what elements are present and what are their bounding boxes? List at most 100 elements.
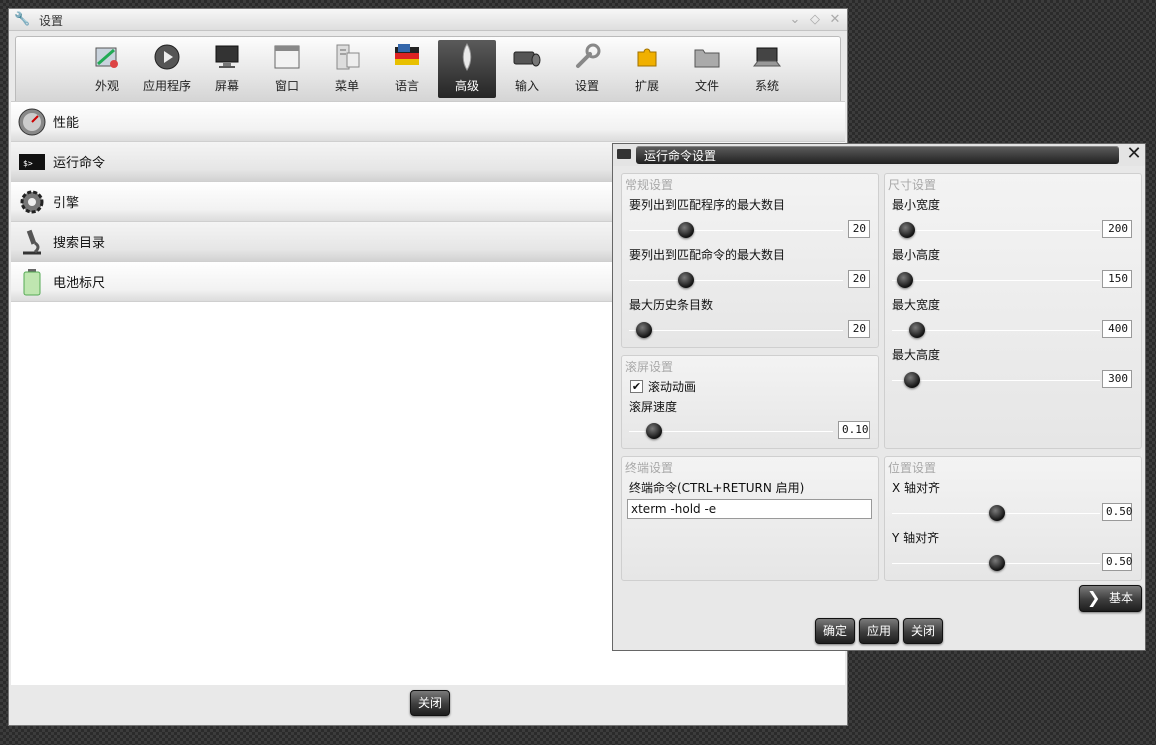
tab-window[interactable]: 窗口 bbox=[258, 40, 316, 98]
chevron-right-icon: ❯ bbox=[1087, 588, 1101, 607]
group-title: 常规设置 bbox=[625, 178, 674, 192]
engine-icon bbox=[20, 190, 44, 214]
tab-input[interactable]: 输入 bbox=[498, 40, 556, 98]
max-height-label: 最大高度 bbox=[892, 348, 941, 362]
tab-advanced[interactable]: 高级 bbox=[438, 40, 496, 98]
max-width-spinbox[interactable]: 400 bbox=[1102, 320, 1132, 338]
maximize-icon[interactable]: ◇ bbox=[807, 12, 823, 28]
extensions-icon bbox=[637, 48, 657, 67]
files-icon bbox=[694, 49, 720, 68]
appearance-icon bbox=[95, 47, 118, 68]
terminal-icon bbox=[617, 149, 631, 159]
terminal-icon: $> bbox=[19, 154, 45, 170]
category-toolbar: 外观 应用程序 屏幕 窗口 菜单 语言 高级 输入 设置 扩展 文件 系统 bbox=[15, 36, 841, 106]
wrench-icon: 🔧 bbox=[14, 12, 31, 27]
max-apps-label: 要列出到匹配程序的最大数目 bbox=[629, 198, 786, 212]
x-align-slider[interactable] bbox=[989, 505, 1005, 521]
scroll-speed-label: 滚屏速度 bbox=[629, 400, 678, 414]
min-height-slider-track[interactable] bbox=[892, 280, 1100, 281]
apply-button[interactable]: 应用 bbox=[859, 618, 899, 644]
min-height-spinbox[interactable]: 150 bbox=[1102, 270, 1132, 288]
menu-icon bbox=[336, 44, 360, 70]
screen-icon bbox=[215, 45, 239, 68]
tab-settings[interactable]: 设置 bbox=[558, 40, 616, 98]
microscope-icon bbox=[23, 229, 41, 255]
basic-mode-label: 基本 bbox=[1108, 591, 1133, 605]
minimize-icon[interactable]: ⌄ bbox=[787, 12, 803, 28]
min-width-spinbox[interactable]: 200 bbox=[1102, 220, 1132, 238]
applications-icon bbox=[154, 44, 180, 70]
tab-language[interactable]: 语言 bbox=[378, 40, 436, 98]
settings-icon bbox=[576, 43, 601, 68]
window-titlebar[interactable]: 🔧 设置 ⌄ ◇ ✕ bbox=[9, 9, 847, 31]
scroll-animation-label: 滚动动画 bbox=[648, 380, 697, 394]
min-height-slider[interactable] bbox=[897, 272, 913, 288]
min-width-slider-track[interactable] bbox=[892, 230, 1100, 231]
system-icon bbox=[752, 47, 782, 67]
max-apps-slider[interactable] bbox=[678, 222, 694, 238]
max-history-spinbox[interactable]: 20 bbox=[848, 320, 870, 338]
input-icon bbox=[513, 51, 541, 67]
min-width-slider[interactable] bbox=[899, 222, 915, 238]
list-item-performance[interactable]: 性能 bbox=[11, 102, 845, 142]
terminal-command-input[interactable]: xterm -hold -e bbox=[627, 499, 872, 519]
dialog-title-bar: 运行命令设置 bbox=[636, 146, 1119, 164]
advanced-icon bbox=[462, 43, 472, 71]
group-title: 终端设置 bbox=[625, 461, 674, 475]
close-icon[interactable]: ✕ bbox=[827, 12, 843, 28]
performance-icon bbox=[18, 108, 46, 136]
max-commands-slider-track[interactable] bbox=[629, 280, 843, 281]
dialog-titlebar[interactable]: 运行命令设置 ✕ bbox=[613, 144, 1145, 166]
window-icon bbox=[274, 45, 300, 69]
terminal-settings-group: 终端设置 终端命令(CTRL+RETURN 启用) xterm -hold -e bbox=[621, 456, 879, 581]
y-align-label: Y 轴对齐 bbox=[892, 531, 940, 545]
min-height-label: 最小高度 bbox=[892, 248, 941, 262]
y-align-slider[interactable] bbox=[989, 555, 1005, 571]
general-settings-group: 常规设置 要列出到匹配程序的最大数目 20 要列出到匹配命令的最大数目 20 最… bbox=[621, 173, 879, 348]
tab-system[interactable]: 系统 bbox=[738, 40, 796, 98]
size-settings-group: 尺寸设置 最小宽度 200 最小高度 150 最大宽度 400 最大高度 300 bbox=[884, 173, 1142, 449]
language-icon bbox=[395, 44, 419, 65]
group-title: 位置设置 bbox=[888, 461, 937, 475]
terminal-command-label: 终端命令(CTRL+RETURN 启用) bbox=[629, 481, 805, 495]
y-align-spinbox[interactable]: 0.50 bbox=[1102, 553, 1133, 571]
max-height-slider-track[interactable] bbox=[892, 380, 1100, 381]
scroll-speed-slider[interactable] bbox=[646, 423, 662, 439]
dialog-title: 运行命令设置 bbox=[644, 149, 717, 163]
tab-screen[interactable]: 屏幕 bbox=[198, 40, 256, 98]
max-height-slider[interactable] bbox=[904, 372, 920, 388]
battery-icon bbox=[23, 269, 41, 296]
x-align-spinbox[interactable]: 0.50 bbox=[1102, 503, 1133, 521]
max-history-slider[interactable] bbox=[636, 322, 652, 338]
max-width-label: 最大宽度 bbox=[892, 298, 941, 312]
max-apps-spinbox[interactable]: 20 bbox=[848, 220, 870, 238]
min-width-label: 最小宽度 bbox=[892, 198, 941, 212]
group-title: 滚屏设置 bbox=[625, 360, 674, 374]
scroll-speed-spinbox[interactable]: 0.10 bbox=[838, 421, 870, 439]
tab-extensions[interactable]: 扩展 bbox=[618, 40, 676, 98]
x-align-label: X 轴对齐 bbox=[892, 481, 941, 495]
max-apps-slider-track[interactable] bbox=[629, 230, 843, 231]
ok-button[interactable]: 确定 bbox=[815, 618, 855, 644]
dialog-close-button[interactable]: 关闭 bbox=[903, 618, 943, 644]
scroll-animation-checkbox[interactable]: ✔ bbox=[630, 380, 643, 393]
max-history-slider-track[interactable] bbox=[629, 330, 843, 331]
max-commands-spinbox[interactable]: 20 bbox=[848, 270, 870, 288]
close-button[interactable]: 关闭 bbox=[410, 690, 450, 716]
basic-mode-button[interactable]: ❯ 基本 bbox=[1079, 585, 1142, 612]
window-title: 设置 bbox=[39, 14, 64, 28]
run-command-settings-dialog: 运行命令设置 ✕ 常规设置 要列出到匹配程序的最大数目 20 要列出到匹配命令的… bbox=[612, 143, 1146, 651]
position-settings-group: 位置设置 X 轴对齐 0.50 Y 轴对齐 0.50 bbox=[884, 456, 1142, 581]
max-width-slider[interactable] bbox=[909, 322, 925, 338]
tab-menu[interactable]: 菜单 bbox=[318, 40, 376, 98]
max-history-label: 最大历史条目数 bbox=[629, 298, 714, 312]
max-commands-slider[interactable] bbox=[678, 272, 694, 288]
max-height-spinbox[interactable]: 300 bbox=[1102, 370, 1132, 388]
max-commands-label: 要列出到匹配命令的最大数目 bbox=[629, 248, 786, 262]
tab-appearance[interactable]: 外观 bbox=[78, 40, 136, 98]
tab-applications[interactable]: 应用程序 bbox=[136, 40, 198, 98]
svg-text:$>: $> bbox=[23, 159, 33, 168]
tab-files[interactable]: 文件 bbox=[678, 40, 736, 98]
close-icon[interactable]: ✕ bbox=[1125, 145, 1143, 163]
scroll-settings-group: 滚屏设置 ✔ 滚动动画 滚屏速度 0.10 bbox=[621, 355, 879, 449]
